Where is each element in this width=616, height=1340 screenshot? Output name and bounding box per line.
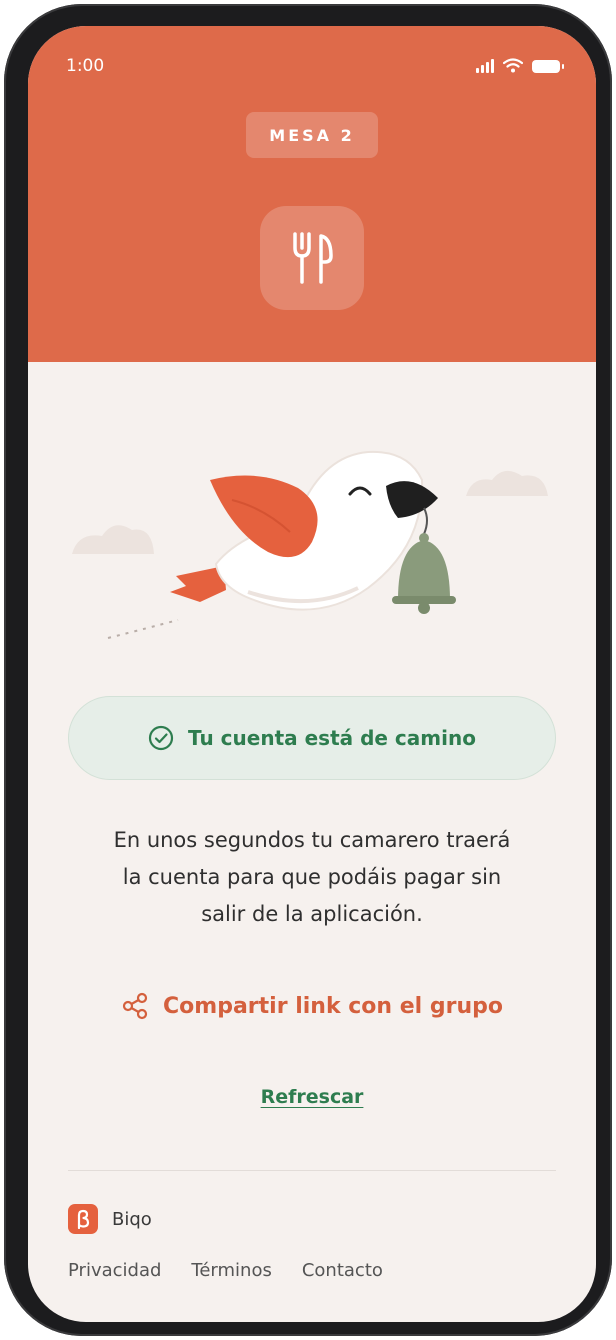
brand: Biqo <box>68 1204 152 1234</box>
status-bar: 1:00 <box>28 52 596 80</box>
footer-link-privacy[interactable]: Privacidad <box>68 1260 161 1281</box>
fork-knife-icon <box>260 206 364 310</box>
brand-name: Biqo <box>112 1208 152 1230</box>
battery-icon <box>532 60 564 73</box>
refresh-link[interactable]: Refrescar <box>28 1086 596 1108</box>
phone-frame: 1:00 MESA 2 Tu cuenta está de camino En … <box>4 4 612 1336</box>
signal-icon <box>476 59 494 73</box>
status-pill-text: Tu cuenta está de camino <box>188 726 476 750</box>
status-pill: Tu cuenta está de camino <box>68 696 556 780</box>
table-badge: MESA 2 <box>246 112 378 158</box>
description-line: salir de la aplicación. <box>201 902 423 926</box>
brand-logo-icon <box>68 1204 98 1234</box>
description-line: la cuenta para que podáis pagar sin <box>122 865 502 889</box>
share-link-label: Compartir link con el grupo <box>163 993 503 1019</box>
status-description: En unos segundos tu camarero traerá la c… <box>58 822 566 933</box>
wifi-icon <box>503 58 523 73</box>
status-time: 1:00 <box>66 56 105 76</box>
footer-link-contact[interactable]: Contacto <box>302 1260 383 1281</box>
footer-link-terms[interactable]: Términos <box>191 1260 271 1281</box>
description-line: En unos segundos tu camarero traerá <box>113 828 511 852</box>
app-screen: 1:00 MESA 2 Tu cuenta está de camino En … <box>28 26 596 1322</box>
footer-links: Privacidad Términos Contacto <box>68 1260 383 1281</box>
share-link-button[interactable]: Compartir link con el grupo <box>68 986 556 1026</box>
header: 1:00 MESA 2 <box>28 26 596 362</box>
bird-bell-illustration <box>72 450 548 639</box>
footer-divider <box>68 1170 556 1171</box>
status-icons <box>476 58 564 73</box>
check-circle-icon <box>148 725 174 751</box>
share-icon <box>122 992 148 1020</box>
